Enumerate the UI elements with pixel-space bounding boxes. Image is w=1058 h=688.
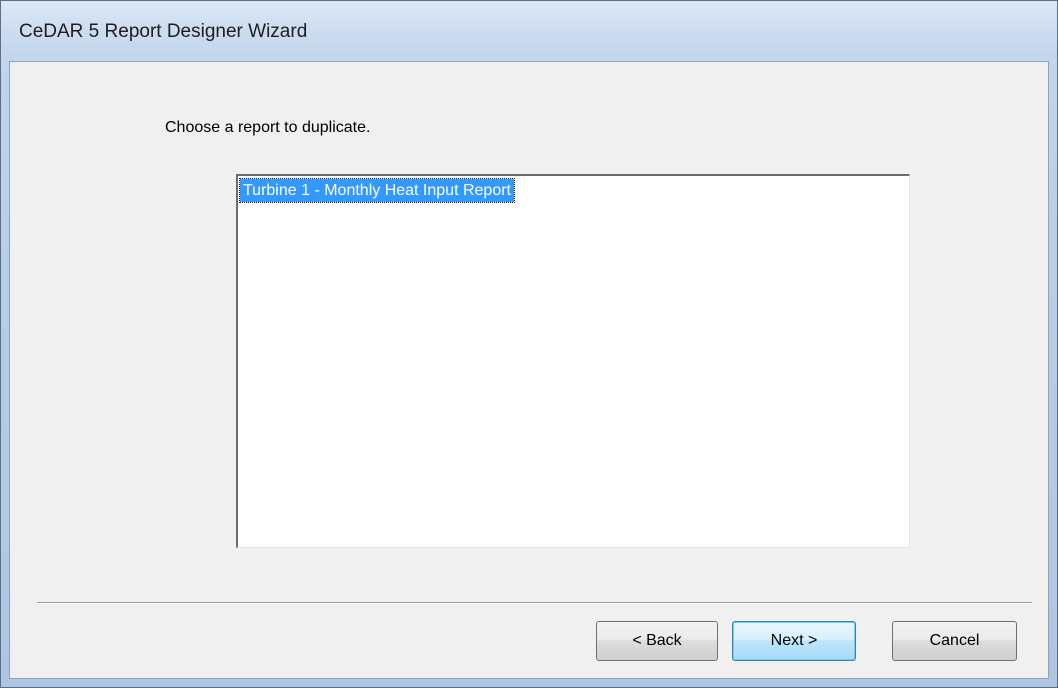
button-separator xyxy=(37,602,1032,604)
report-listbox[interactable]: Turbine 1 - Monthly Heat Input Report xyxy=(236,174,910,548)
instruction-text: Choose a report to duplicate. xyxy=(165,119,371,136)
report-list-item[interactable]: Turbine 1 - Monthly Heat Input Report xyxy=(239,178,515,203)
cancel-button[interactable]: Cancel xyxy=(892,621,1017,661)
wizard-window: CeDAR 5 Report Designer Wizard Choose a … xyxy=(0,0,1058,688)
next-button[interactable]: Next > xyxy=(732,621,856,661)
wizard-content: Choose a report to duplicate. Turbine 1 … xyxy=(9,61,1049,679)
title-bar[interactable]: CeDAR 5 Report Designer Wizard xyxy=(1,1,1057,61)
window-title: CeDAR 5 Report Designer Wizard xyxy=(19,21,308,42)
back-button[interactable]: < Back xyxy=(596,621,718,661)
